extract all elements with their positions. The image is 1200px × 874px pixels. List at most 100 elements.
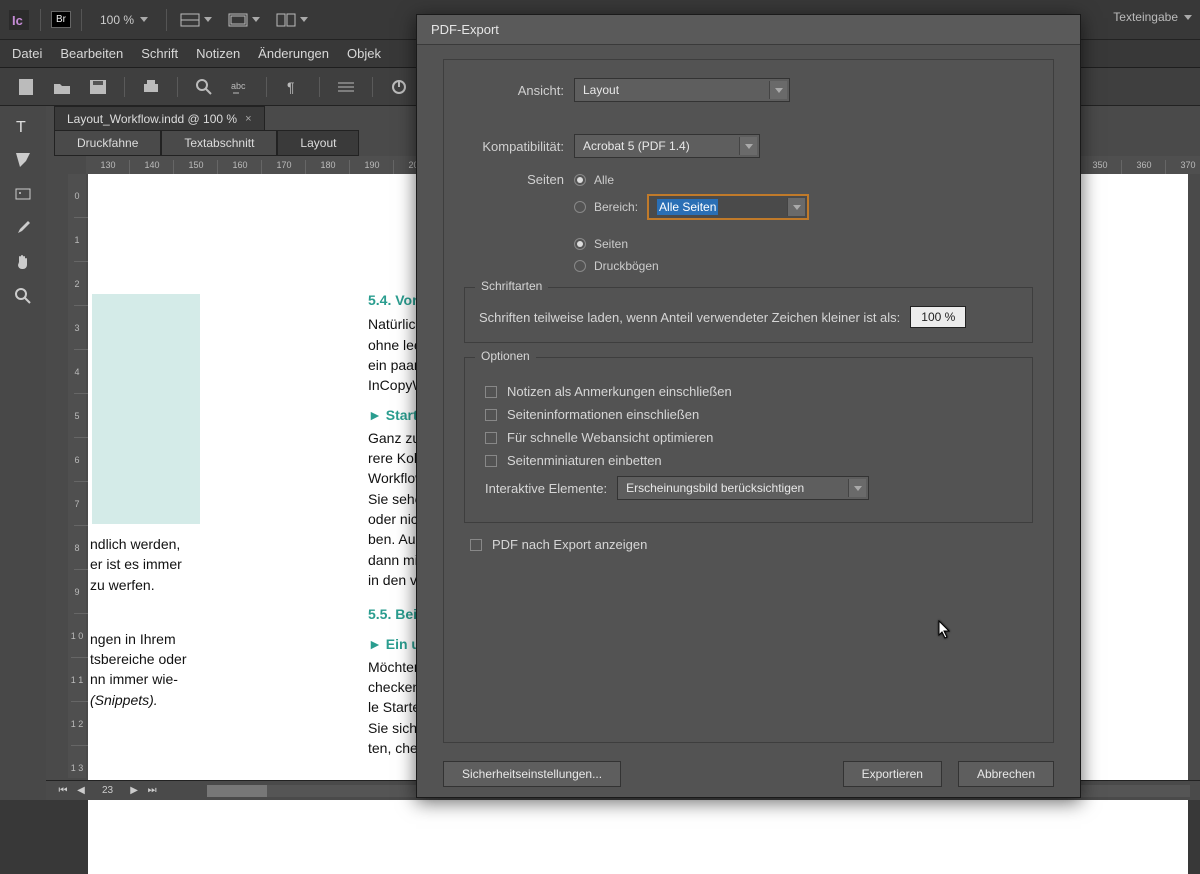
check-miniaturen-label: Seitenminiaturen einbetten bbox=[507, 453, 662, 468]
separator bbox=[319, 77, 320, 97]
combo-bereich[interactable]: Alle Seiten bbox=[648, 195, 808, 219]
check-miniaturen[interactable] bbox=[485, 455, 497, 467]
position-tool-icon[interactable] bbox=[8, 180, 38, 208]
view-mode-2-icon[interactable] bbox=[225, 6, 263, 34]
chevron-down-icon bbox=[252, 17, 260, 22]
group-optionen: Optionen Notizen als Anmerkungen einschl… bbox=[464, 357, 1033, 523]
radio-alle-label: Alle bbox=[594, 173, 614, 187]
svg-text:abc: abc bbox=[231, 81, 246, 91]
check-seiteninfo-label: Seiteninformationen einschließen bbox=[507, 407, 699, 422]
view-mode-3-icon[interactable] bbox=[273, 6, 311, 34]
subtab-textabschnitt[interactable]: Textabschnitt bbox=[161, 130, 277, 156]
radio-seiten[interactable] bbox=[574, 238, 586, 250]
chevron-down-icon bbox=[775, 88, 783, 93]
radio-seiten-label: Seiten bbox=[594, 237, 628, 251]
combo-interaktive[interactable]: Erscheinungsbild berücksichtigen bbox=[617, 476, 869, 500]
app-logo-icon: Ic bbox=[8, 9, 30, 31]
zoom-combo[interactable]: 100 % bbox=[92, 13, 156, 27]
input-schrift-percent[interactable] bbox=[910, 306, 966, 328]
check-webansicht-label: Für schnelle Webansicht optimieren bbox=[507, 430, 713, 445]
document-tab-label: Layout_Workflow.indd @ 100 % bbox=[67, 112, 237, 126]
export-button[interactable]: Exportieren bbox=[843, 761, 942, 787]
radio-druckbogen[interactable] bbox=[574, 260, 586, 272]
chevron-down-icon bbox=[300, 17, 308, 22]
page-navigator[interactable]: ⏮ ◀ 23 ▶ ⏭ bbox=[56, 785, 159, 796]
view-mode-1-icon[interactable] bbox=[177, 6, 215, 34]
dialog-title: PDF-Export bbox=[417, 15, 1080, 45]
eyedropper-tool-icon[interactable] bbox=[8, 214, 38, 242]
radio-bereich-label: Bereich: bbox=[594, 200, 638, 214]
divider bbox=[81, 9, 82, 31]
menu-aenderungen[interactable]: Änderungen bbox=[258, 46, 329, 61]
menu-notizen[interactable]: Notizen bbox=[196, 46, 240, 61]
cancel-button[interactable]: Abbrechen bbox=[958, 761, 1054, 787]
radio-bereich[interactable] bbox=[574, 201, 586, 213]
chevron-down-icon bbox=[854, 486, 862, 491]
list-icon[interactable] bbox=[330, 73, 362, 101]
prev-page-icon[interactable]: ◀ bbox=[74, 785, 88, 796]
close-icon[interactable]: × bbox=[245, 113, 251, 125]
radio-alle[interactable] bbox=[574, 174, 586, 186]
subtab-druckfahne[interactable]: Druckfahne bbox=[54, 130, 161, 156]
group-title-optionen: Optionen bbox=[475, 349, 536, 363]
workspace-label: Texteingabe bbox=[1113, 10, 1178, 24]
power-icon[interactable] bbox=[383, 73, 415, 101]
check-nachexport-label: PDF nach Export anzeigen bbox=[492, 537, 647, 552]
save-icon[interactable] bbox=[82, 73, 114, 101]
search-icon[interactable] bbox=[188, 73, 220, 101]
text-column-left: ndlich werden, er ist es immer zu werfen… bbox=[90, 534, 390, 710]
document-tab[interactable]: Layout_Workflow.indd @ 100 % × bbox=[54, 106, 265, 130]
divider bbox=[40, 9, 41, 31]
check-notizen-label: Notizen als Anmerkungen einschließen bbox=[507, 384, 732, 399]
combo-kompat[interactable]: Acrobat 5 (PDF 1.4) bbox=[574, 134, 760, 158]
new-icon[interactable] bbox=[10, 73, 42, 101]
first-page-icon[interactable]: ⏮ bbox=[56, 785, 70, 796]
pilcrow-icon[interactable]: ¶ bbox=[277, 73, 309, 101]
note-tool-icon[interactable] bbox=[8, 146, 38, 174]
check-seiteninfo[interactable] bbox=[485, 409, 497, 421]
label-interaktive: Interaktive Elemente: bbox=[485, 481, 607, 496]
check-nachexport[interactable] bbox=[470, 539, 482, 551]
chevron-down-icon bbox=[1184, 15, 1192, 20]
check-notizen[interactable] bbox=[485, 386, 497, 398]
separator bbox=[266, 77, 267, 97]
menu-datei[interactable]: Datei bbox=[12, 46, 42, 61]
print-icon[interactable] bbox=[135, 73, 167, 101]
mouse-cursor-icon bbox=[938, 620, 952, 640]
zoom-value: 100 % bbox=[100, 13, 134, 27]
spellcheck-icon[interactable]: abc bbox=[224, 73, 256, 101]
label-seiten: Seiten bbox=[464, 172, 574, 187]
chevron-down-icon bbox=[745, 144, 753, 149]
dialog-body: Ansicht: Layout Kompatibilität: Acrobat … bbox=[443, 59, 1054, 743]
last-page-icon[interactable]: ⏭ bbox=[145, 785, 159, 796]
next-page-icon[interactable]: ▶ bbox=[127, 785, 141, 796]
hand-tool-icon[interactable] bbox=[8, 248, 38, 276]
check-webansicht[interactable] bbox=[485, 432, 497, 444]
combo-ansicht[interactable]: Layout bbox=[574, 78, 790, 102]
tool-strip: T bbox=[0, 106, 46, 800]
svg-text:T: T bbox=[16, 119, 26, 135]
label-schrift-load: Schriften teilweise laden, wenn Anteil v… bbox=[479, 310, 900, 325]
menu-schrift[interactable]: Schrift bbox=[141, 46, 178, 61]
zoom-tool-icon[interactable] bbox=[8, 282, 38, 310]
type-tool-icon[interactable]: T bbox=[8, 112, 38, 140]
security-settings-button[interactable]: Sicherheitseinstellungen... bbox=[443, 761, 621, 787]
bridge-icon[interactable]: Br bbox=[51, 11, 71, 28]
ruler-vertical: 01234567891 01 11 21 3 bbox=[68, 174, 86, 778]
open-icon[interactable] bbox=[46, 73, 78, 101]
svg-text:¶: ¶ bbox=[287, 79, 295, 95]
chevron-down-icon bbox=[140, 17, 148, 22]
dialog-footer: Sicherheitseinstellungen... Exportieren … bbox=[443, 761, 1054, 787]
chevron-down-icon bbox=[793, 205, 801, 210]
subtab-layout[interactable]: Layout bbox=[277, 130, 359, 156]
radio-druckbogen-label: Druckbögen bbox=[594, 259, 659, 273]
menu-objekt[interactable]: Objek bbox=[347, 46, 381, 61]
page-number-field[interactable]: 23 bbox=[92, 785, 123, 796]
pdf-export-dialog: PDF-Export Ansicht: Layout Kompatibilitä… bbox=[416, 14, 1081, 798]
chevron-down-icon bbox=[204, 17, 212, 22]
scrollbar-thumb[interactable] bbox=[207, 785, 267, 797]
image-placeholder bbox=[92, 294, 200, 524]
svg-text:Ic: Ic bbox=[12, 13, 23, 28]
workspace-switcher[interactable]: Texteingabe bbox=[1113, 10, 1192, 24]
menu-bearbeiten[interactable]: Bearbeiten bbox=[60, 46, 123, 61]
